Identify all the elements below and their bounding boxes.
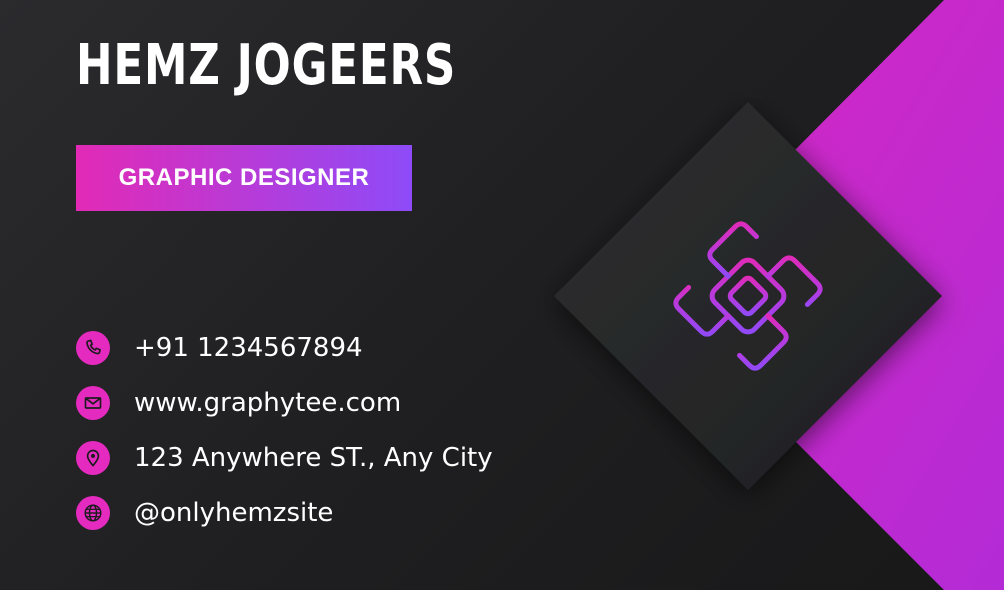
brand-logo-icon: [673, 221, 823, 371]
job-title: GRAPHIC DESIGNER: [118, 164, 370, 191]
business-card: HEMZ JOGEERS GRAPHIC DESIGNER +91 123456…: [0, 0, 1004, 590]
contact-list: +91 1234567894 www.graphytee.com 123 Any…: [76, 330, 493, 550]
mail-icon: [76, 386, 110, 420]
social-handle: @onlyhemzsite: [134, 498, 334, 528]
contact-social: @onlyhemzsite: [76, 495, 493, 531]
job-title-badge: GRAPHIC DESIGNER: [76, 145, 412, 211]
person-name: HEMZ JOGEERS: [76, 33, 457, 98]
globe-icon: [76, 496, 110, 530]
phone-icon: [76, 331, 110, 365]
contact-website: www.graphytee.com: [76, 385, 493, 421]
website-url: www.graphytee.com: [134, 388, 402, 418]
location-pin-icon: [76, 441, 110, 475]
contact-phone: +91 1234567894: [76, 330, 493, 366]
contact-address: 123 Anywhere ST., Any City: [76, 440, 493, 476]
address: 123 Anywhere ST., Any City: [134, 443, 493, 473]
phone-number: +91 1234567894: [134, 333, 363, 363]
